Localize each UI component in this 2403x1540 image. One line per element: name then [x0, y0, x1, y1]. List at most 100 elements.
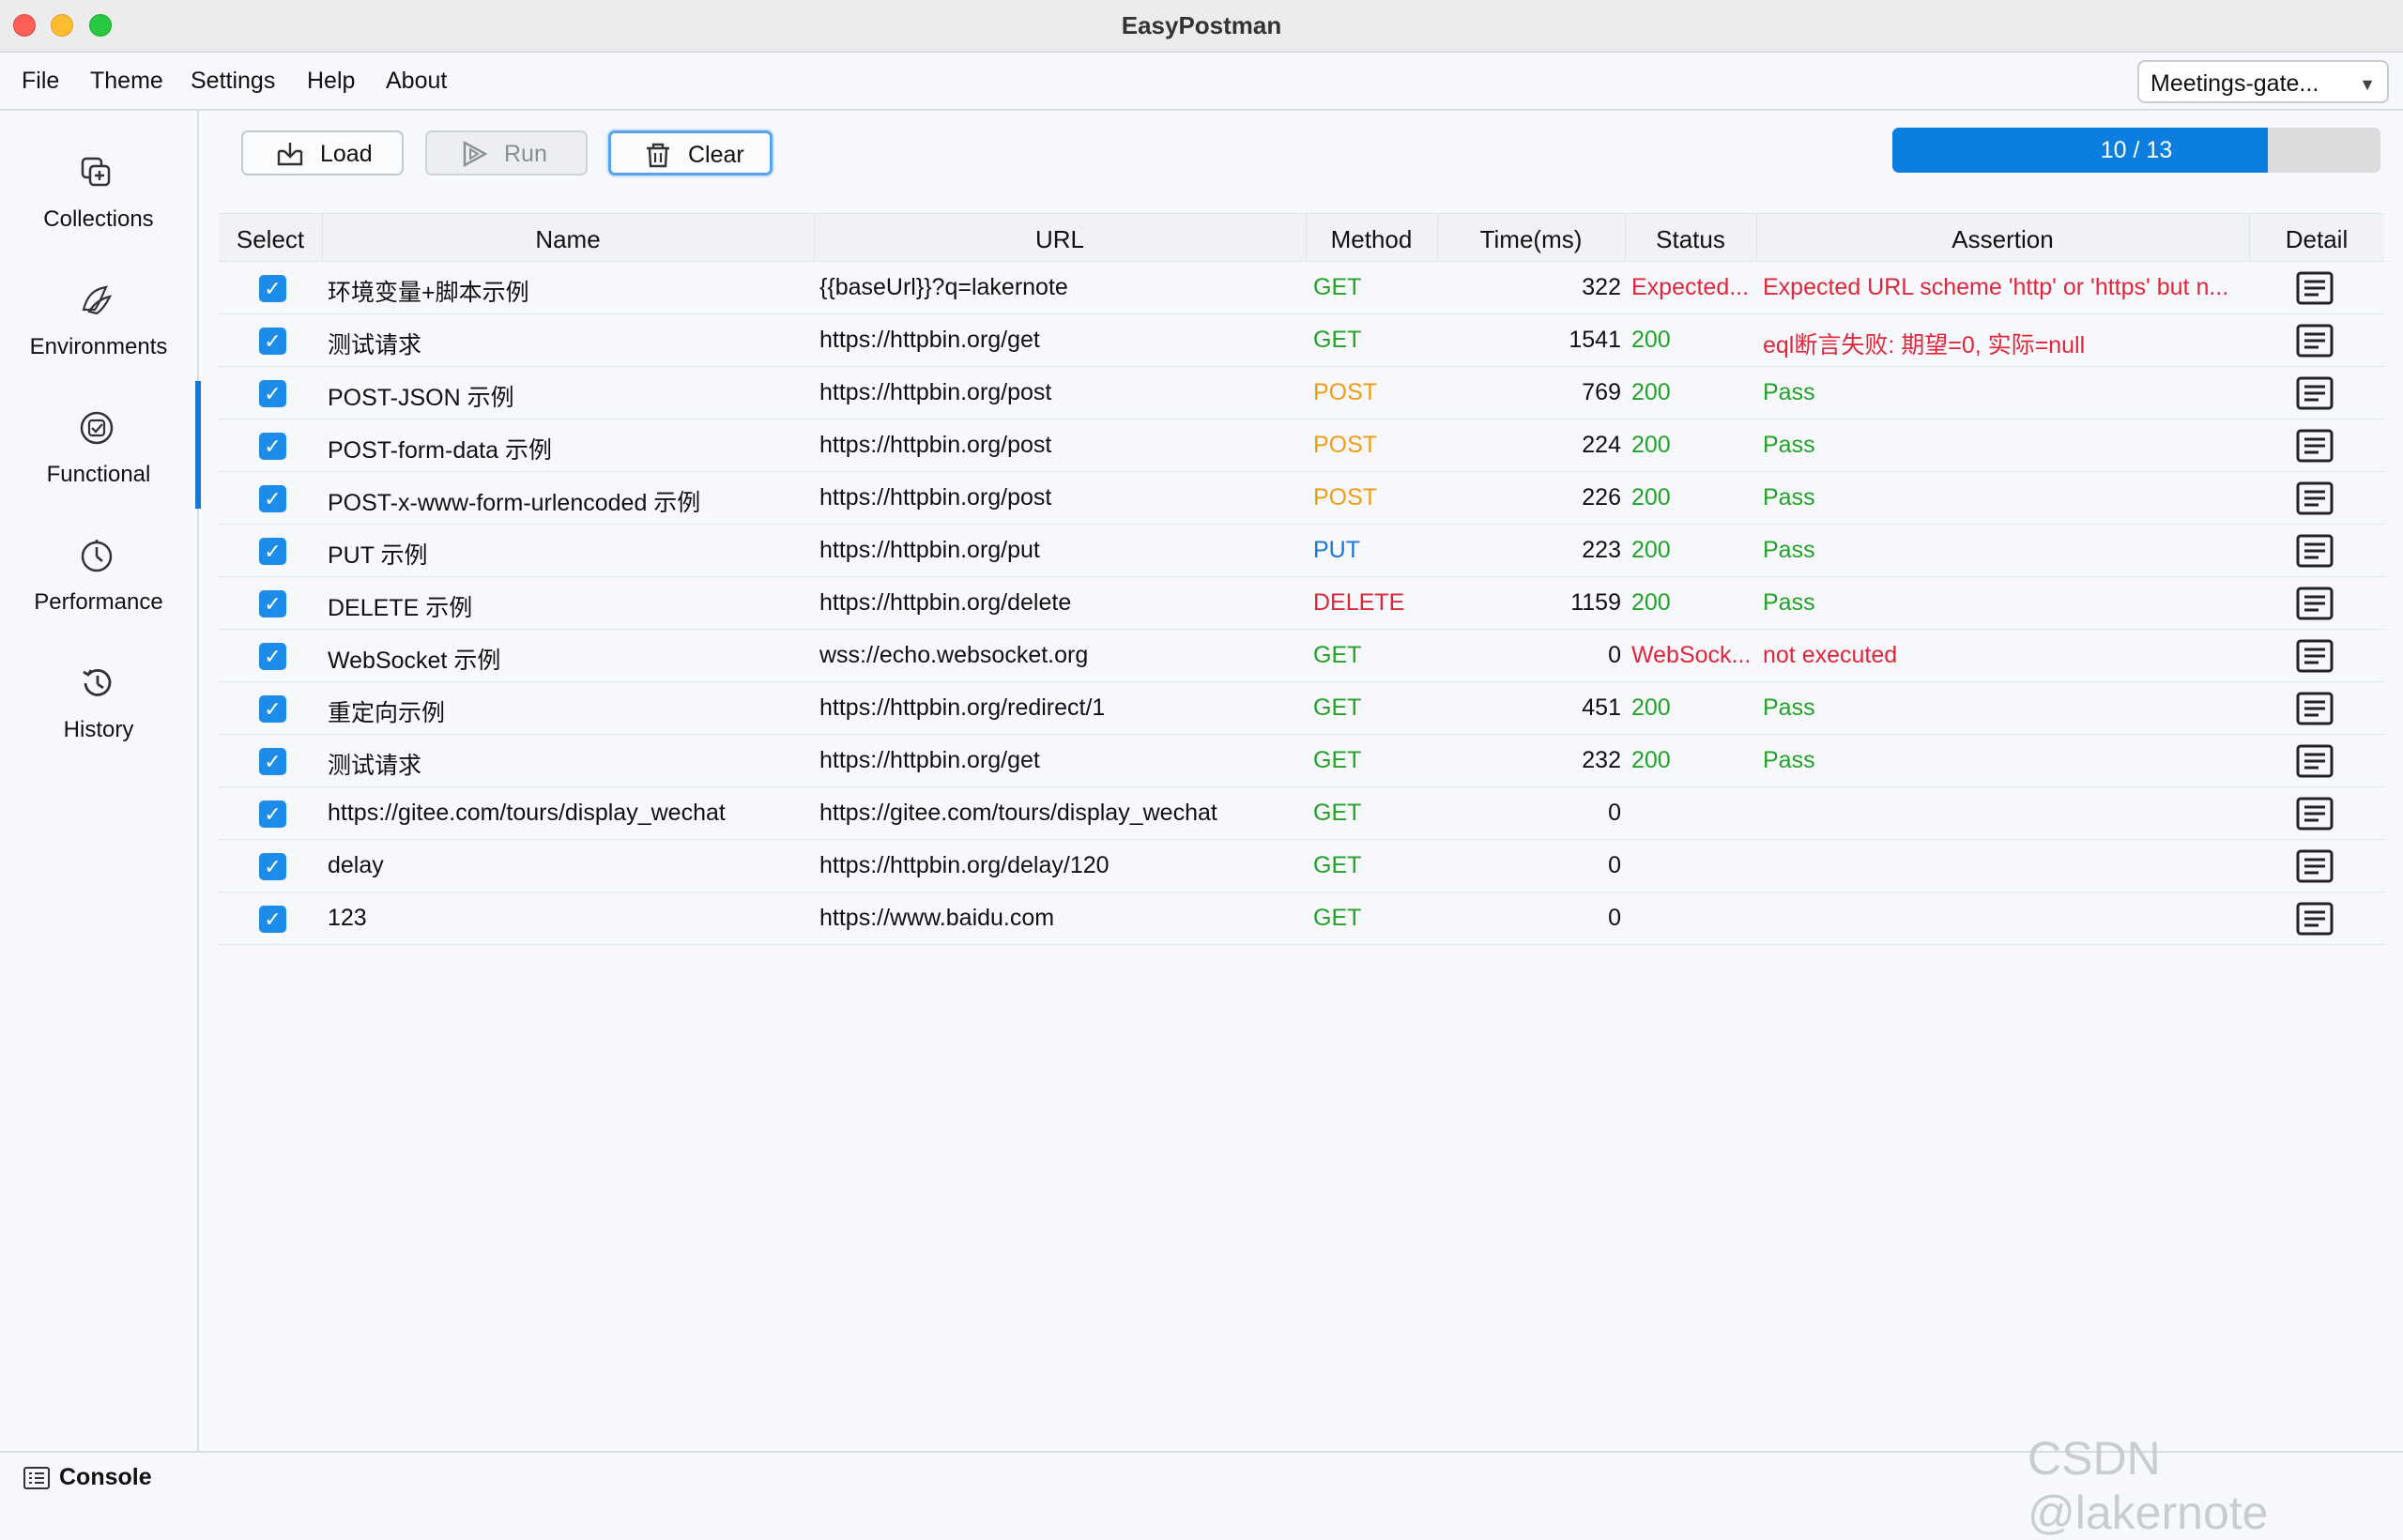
workspace-selected-label: Meetings-gate... — [2150, 70, 2319, 97]
environments-icon — [82, 285, 113, 315]
detail-icon[interactable] — [2296, 744, 2334, 778]
row-name: 测试请求 — [328, 753, 422, 779]
row-assertion: Expected URL scheme 'http' or 'https' bu… — [1763, 274, 2229, 300]
console-toggle[interactable]: Console — [59, 1464, 152, 1491]
detail-icon[interactable] — [2296, 849, 2334, 883]
row-select-checkbox[interactable]: ✓ — [259, 433, 286, 460]
detail-icon[interactable] — [2296, 376, 2334, 410]
detail-icon[interactable] — [2296, 429, 2334, 463]
workspace-select[interactable]: Meetings-gate... ▼ — [2137, 60, 2389, 103]
progress-text: 10 / 13 — [2100, 137, 2173, 163]
detail-icon[interactable] — [2296, 324, 2334, 358]
detail-icon[interactable] — [2296, 692, 2334, 725]
menu-file[interactable]: File — [22, 68, 59, 95]
table-row[interactable]: ✓ POST-JSON 示例 https://httpbin.org/post POS… — [219, 367, 2384, 419]
row-name: 重定向示例 — [328, 700, 446, 726]
row-name: POST-x-www-form-urlencoded 示例 — [328, 490, 701, 516]
sidebar-item-environments[interactable]: Environments — [0, 253, 197, 381]
load-button-label: Load — [320, 141, 373, 167]
row-name: POST-JSON 示例 — [328, 385, 514, 411]
run-button-label: Run — [504, 141, 547, 167]
column-detail[interactable]: Detail — [2249, 225, 2384, 254]
row-select-checkbox[interactable]: ✓ — [259, 800, 286, 828]
table-body: ✓ 环境变量+脚本示例 {{baseUrl}}?q=lakernote GET 322 E… — [219, 262, 2384, 945]
table-row[interactable]: ✓ PUT 示例 https://httpbin.org/put PUT 223 200 P… — [219, 525, 2384, 577]
table-row[interactable]: ✓ DELETE 示例 https://httpbin.org/delete DELE… — [219, 577, 2384, 630]
sidebar-item-collections[interactable]: Collections — [0, 126, 197, 253]
row-time: 223 — [1582, 537, 1621, 563]
row-time: 232 — [1582, 747, 1621, 773]
load-button[interactable]: Load — [241, 130, 404, 175]
menu-help[interactable]: Help — [307, 68, 355, 95]
run-button[interactable]: Run — [425, 130, 588, 175]
column-assertion[interactable]: Assertion — [1756, 225, 2249, 254]
row-select-checkbox[interactable]: ✓ — [259, 695, 286, 723]
row-time: 322 — [1582, 274, 1621, 300]
table-row[interactable]: ✓ POST-x-www-form-urlencoded 示例 https://ht… — [219, 472, 2384, 525]
table-row[interactable]: ✓ https://gitee.com/tours/display_wechat h… — [219, 787, 2384, 840]
column-status[interactable]: Status — [1625, 225, 1756, 254]
row-url: https://httpbin.org/delete — [819, 589, 1072, 616]
sidebar-item-functional[interactable]: Functional — [0, 381, 201, 509]
detail-icon[interactable] — [2296, 639, 2334, 673]
detail-icon[interactable] — [2296, 271, 2334, 305]
row-time: 1159 — [1570, 589, 1621, 616]
detail-icon[interactable] — [2296, 797, 2334, 831]
table-row[interactable]: ✓ 123 https://www.baidu.com GET 0 — [219, 892, 2384, 945]
table-row[interactable]: ✓ 重定向示例 https://httpbin.org/redirect/1 GET 4… — [219, 682, 2384, 735]
row-select-checkbox[interactable]: ✓ — [259, 643, 286, 670]
row-url: {{baseUrl}}?q=lakernote — [819, 274, 1068, 300]
row-time: 1541 — [1569, 327, 1621, 353]
row-time: 451 — [1582, 694, 1621, 721]
sidebar-item-history[interactable]: History — [0, 636, 197, 764]
row-name: https://gitee.com/tours/display_wechat — [328, 800, 726, 826]
title-bar: EasyPostman — [0, 0, 2403, 53]
column-method[interactable]: Method — [1306, 225, 1437, 254]
row-time: 0 — [1608, 852, 1621, 878]
row-select-checkbox[interactable]: ✓ — [259, 590, 286, 618]
column-url[interactable]: URL — [814, 225, 1306, 254]
clear-button[interactable]: Clear — [608, 130, 773, 175]
table-row[interactable]: ✓ delay https://httpbin.org/delay/120 GET 0 — [219, 840, 2384, 892]
menu-theme[interactable]: Theme — [90, 68, 163, 95]
row-name: 123 — [328, 905, 367, 931]
table-row[interactable]: ✓ 测试请求 https://httpbin.org/get GET 232 200 Pas… — [219, 735, 2384, 787]
detail-icon[interactable] — [2296, 902, 2334, 936]
row-time: 0 — [1608, 800, 1621, 826]
row-status: Expected... — [1631, 274, 1750, 300]
row-select-checkbox[interactable]: ✓ — [259, 853, 286, 880]
row-method: GET — [1313, 905, 1362, 931]
results-table: Select Name URL Method Time(ms) Status A… — [219, 213, 2384, 945]
row-select-checkbox[interactable]: ✓ — [259, 275, 286, 302]
row-name: POST-form-data 示例 — [328, 437, 552, 464]
detail-icon[interactable] — [2296, 587, 2334, 620]
column-time[interactable]: Time(ms) — [1437, 225, 1625, 254]
table-row[interactable]: ✓ 测试请求 https://httpbin.org/get GET 1541 200 eq… — [219, 314, 2384, 367]
column-name[interactable]: Name — [322, 225, 814, 254]
row-select-checkbox[interactable]: ✓ — [259, 485, 286, 512]
detail-icon[interactable] — [2296, 481, 2334, 515]
table-row[interactable]: ✓ POST-form-data 示例 https://httpbin.org/po… — [219, 419, 2384, 472]
row-url: https://httpbin.org/put — [819, 537, 1040, 563]
table-row[interactable]: ✓ WebSocket 示例 wss://echo.websocket.org GET… — [219, 630, 2384, 682]
functional-icon — [80, 411, 114, 445]
console-icon[interactable] — [23, 1466, 51, 1490]
chevron-down-icon: ▼ — [2359, 75, 2376, 94]
column-select[interactable]: Select — [219, 225, 322, 254]
row-status: 200 — [1631, 432, 1671, 458]
row-assertion: eql断言失败: 期望=0, 实际=null — [1763, 332, 2086, 358]
detail-icon[interactable] — [2296, 534, 2334, 568]
watermark: CSDN @lakernote — [2028, 1432, 2269, 1539]
row-url: https://httpbin.org/delay/120 — [819, 852, 1110, 878]
sidebar-item-label: Performance — [34, 589, 163, 615]
row-select-checkbox[interactable]: ✓ — [259, 380, 286, 407]
row-select-checkbox[interactable]: ✓ — [259, 538, 286, 565]
sidebar-item-performance[interactable]: Performance — [0, 509, 197, 636]
row-select-checkbox[interactable]: ✓ — [259, 906, 286, 933]
menu-settings[interactable]: Settings — [191, 68, 275, 95]
row-select-checkbox[interactable]: ✓ — [259, 748, 286, 775]
row-select-checkbox[interactable]: ✓ — [259, 328, 286, 355]
menu-bar: File Theme Settings Help About Meetings-… — [0, 53, 2403, 111]
menu-about[interactable]: About — [386, 68, 447, 95]
table-row[interactable]: ✓ 环境变量+脚本示例 {{baseUrl}}?q=lakernote GET 322 E… — [219, 262, 2384, 314]
